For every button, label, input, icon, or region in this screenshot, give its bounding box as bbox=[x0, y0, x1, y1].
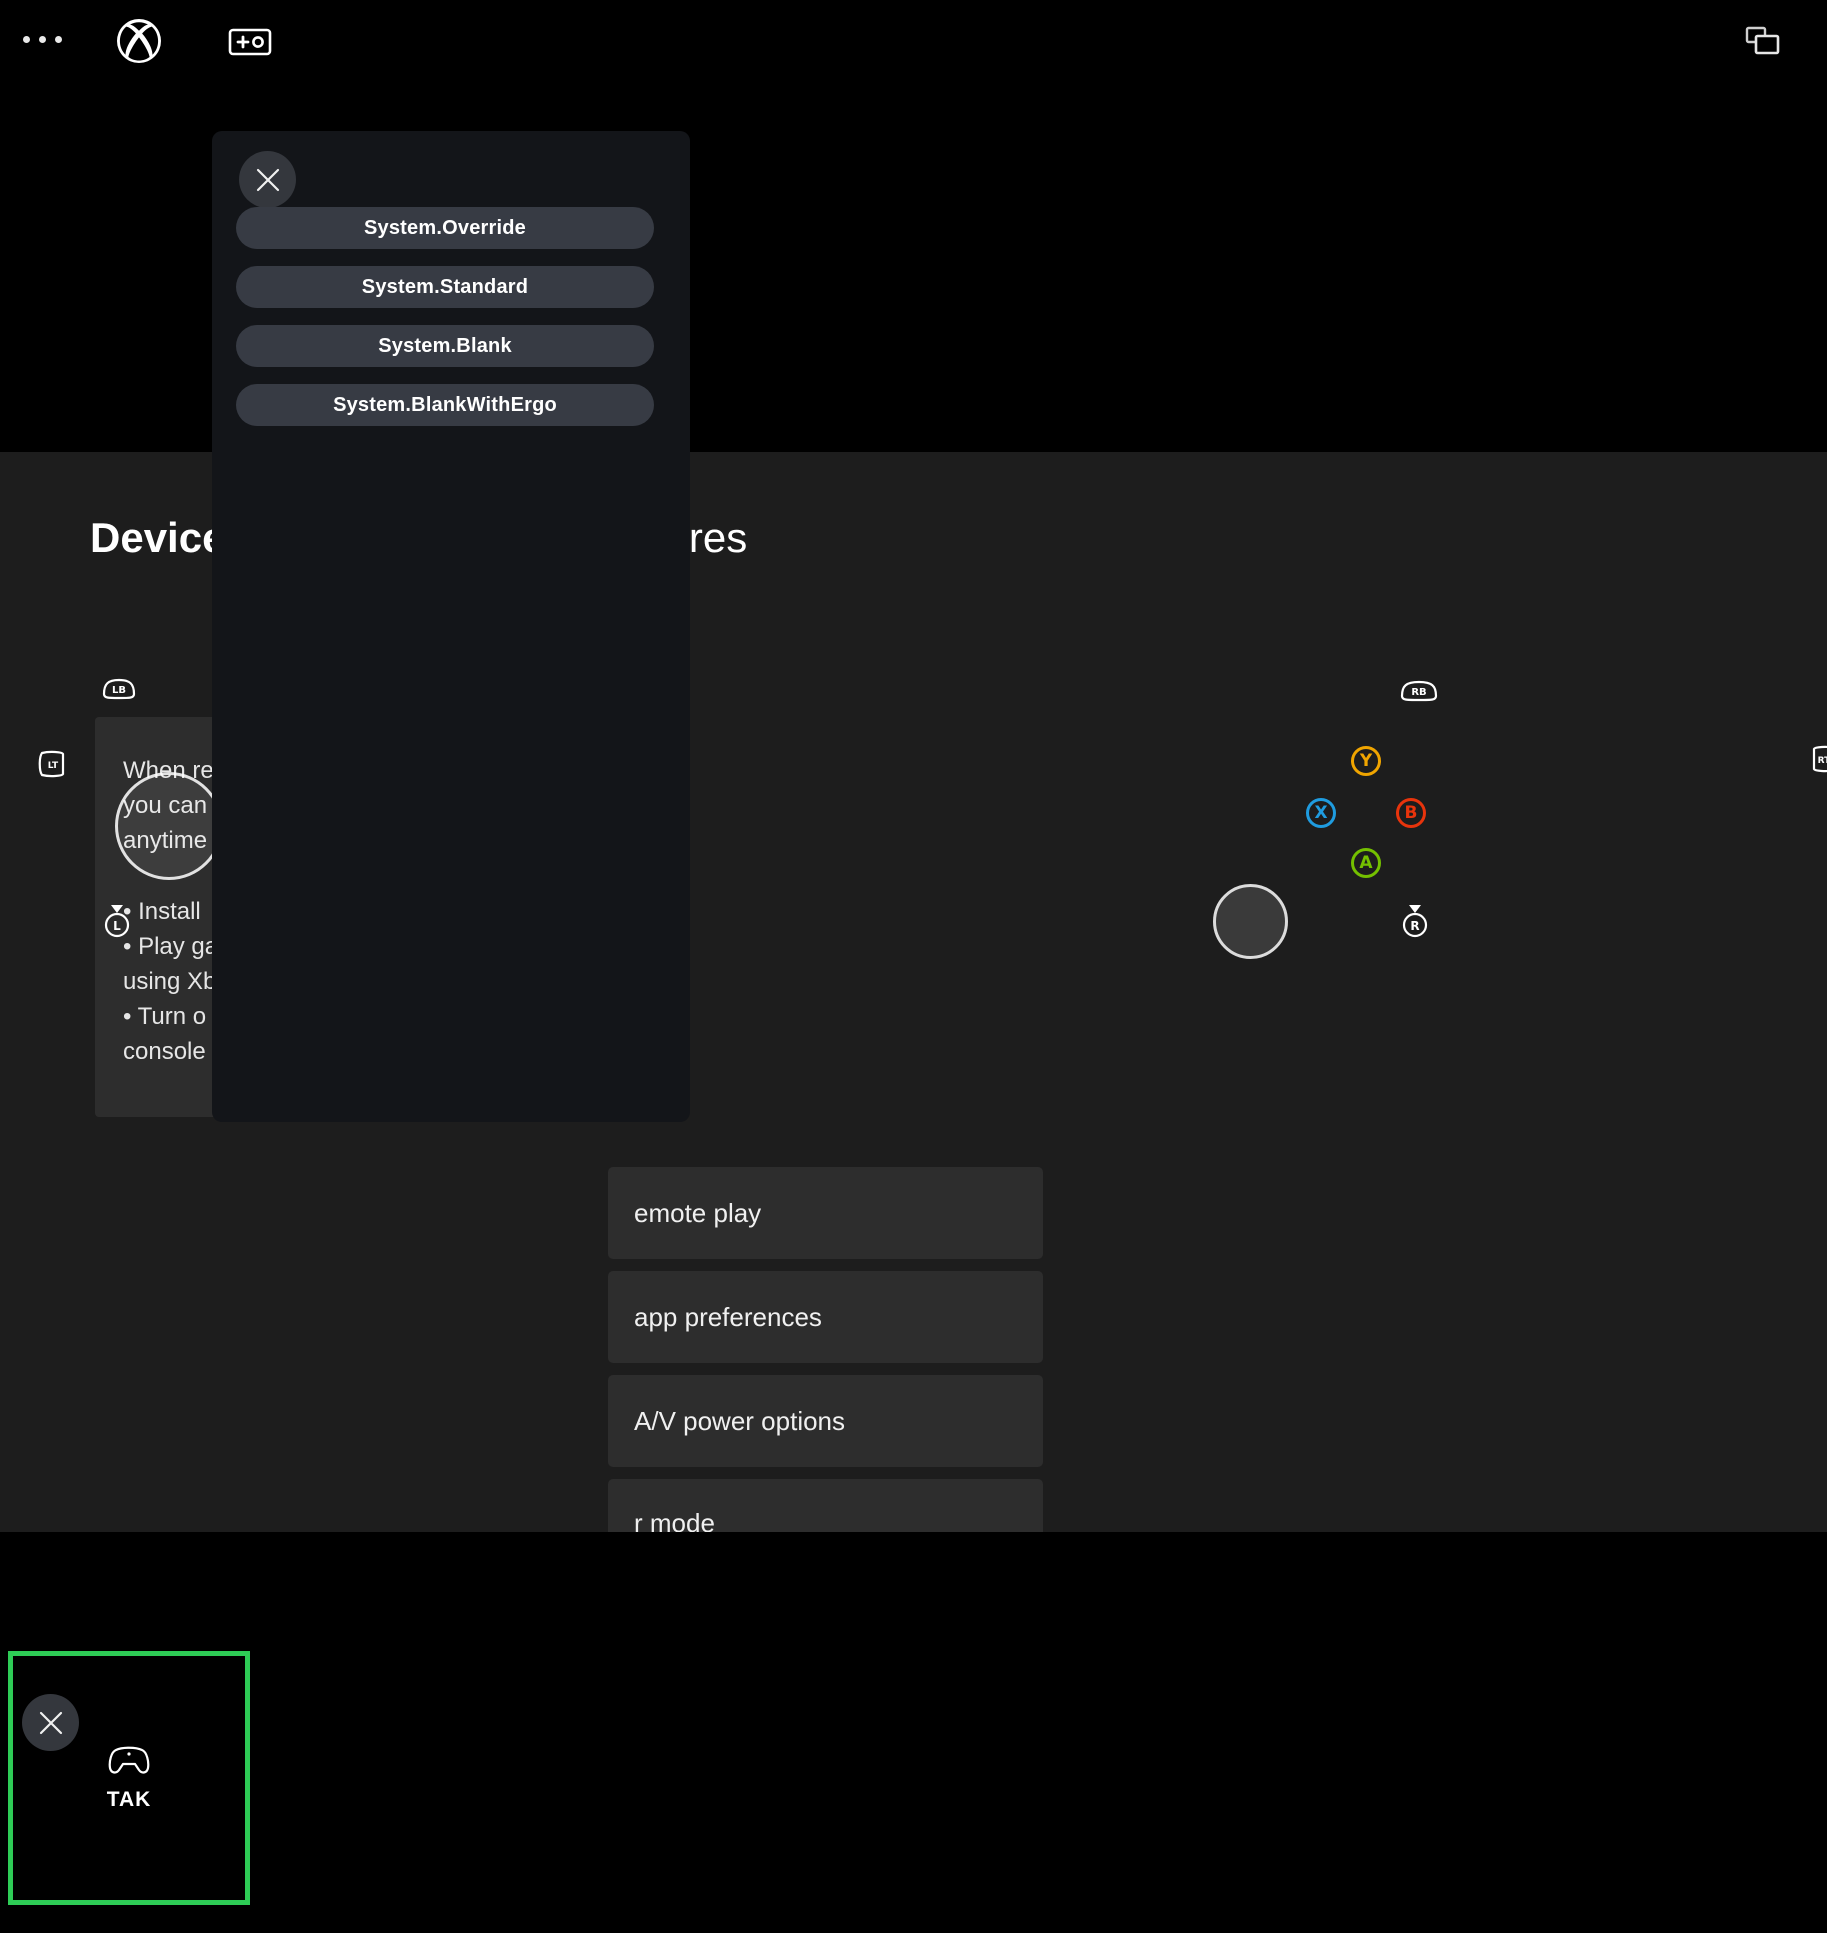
right-stick-icon bbox=[1213, 884, 1288, 959]
setting-label: r mode bbox=[634, 1507, 1017, 1532]
info-bullet-0: • Install bbox=[123, 898, 201, 925]
top-bar bbox=[0, 0, 1827, 84]
ellipsis-icon[interactable] bbox=[14, 26, 70, 52]
svg-text:LB: LB bbox=[112, 685, 126, 696]
info-bullet-2: using Xb bbox=[123, 968, 216, 995]
button-x-icon: X bbox=[1306, 798, 1336, 828]
rt-trigger-icon: RT bbox=[1809, 744, 1827, 774]
system-override-modal: System.Override System.Standard System.B… bbox=[212, 131, 690, 1122]
close-icon[interactable] bbox=[239, 151, 296, 208]
right-stick-click-icon: R bbox=[1398, 902, 1432, 940]
modal-button-system-standard[interactable]: System.Standard bbox=[236, 266, 654, 308]
info-bullet-3: • Turn o bbox=[123, 1003, 206, 1030]
window-restore-icon[interactable] bbox=[1745, 26, 1781, 56]
svg-text:RT: RT bbox=[1818, 756, 1827, 766]
gamepad-add-icon[interactable] bbox=[228, 27, 272, 57]
setting-label: A/V power options bbox=[634, 1405, 1017, 1437]
rb-button-icon: RB bbox=[1398, 679, 1440, 703]
page-title-bold: Device bbox=[90, 514, 225, 561]
button-a-icon: A bbox=[1351, 848, 1381, 878]
confirm-card-body: TAK bbox=[13, 1656, 245, 1900]
lt-trigger-icon: LT bbox=[36, 749, 68, 779]
info-bullet-4: console bbox=[123, 1038, 206, 1065]
confirm-card-label: TAK bbox=[107, 1788, 152, 1812]
setting-row-app-preferences[interactable]: app preferences bbox=[608, 1271, 1043, 1363]
svg-text:LT: LT bbox=[48, 761, 59, 771]
settings-list: emote play app preferences A/V power opt… bbox=[608, 1167, 1043, 1532]
setting-row-av-power-options[interactable]: A/V power options bbox=[608, 1375, 1043, 1467]
confirm-overlay-card: TAK bbox=[8, 1651, 250, 1905]
close-icon[interactable] bbox=[22, 1694, 79, 1751]
svg-text:RB: RB bbox=[1411, 687, 1426, 698]
modal-button-system-blankwithergo[interactable]: System.BlankWithErgo bbox=[236, 384, 654, 426]
modal-button-list: System.Override System.Standard System.B… bbox=[236, 207, 654, 443]
button-b-icon: B bbox=[1396, 798, 1426, 828]
setting-label: emote play bbox=[634, 1197, 1017, 1229]
setting-label: app preferences bbox=[634, 1301, 1017, 1333]
modal-button-system-override[interactable]: System.Override bbox=[236, 207, 654, 249]
button-y-icon: Y bbox=[1351, 746, 1381, 776]
svg-text:R: R bbox=[1410, 919, 1419, 933]
lb-button-icon: LB bbox=[100, 677, 138, 701]
xbox-settings-screen: Deviceote features When re you can anyti… bbox=[0, 0, 1827, 1933]
setting-row-remote-play[interactable]: emote play bbox=[608, 1167, 1043, 1259]
modal-button-system-blank[interactable]: System.Blank bbox=[236, 325, 654, 367]
setting-row-power-mode[interactable]: r mode Energy-saving bbox=[608, 1479, 1043, 1532]
xbox-logo-icon[interactable] bbox=[115, 17, 163, 65]
info-bullet-1: • Play ga bbox=[123, 933, 218, 960]
gamepad-icon bbox=[106, 1744, 152, 1776]
left-stick-overlay-icon bbox=[115, 772, 223, 880]
